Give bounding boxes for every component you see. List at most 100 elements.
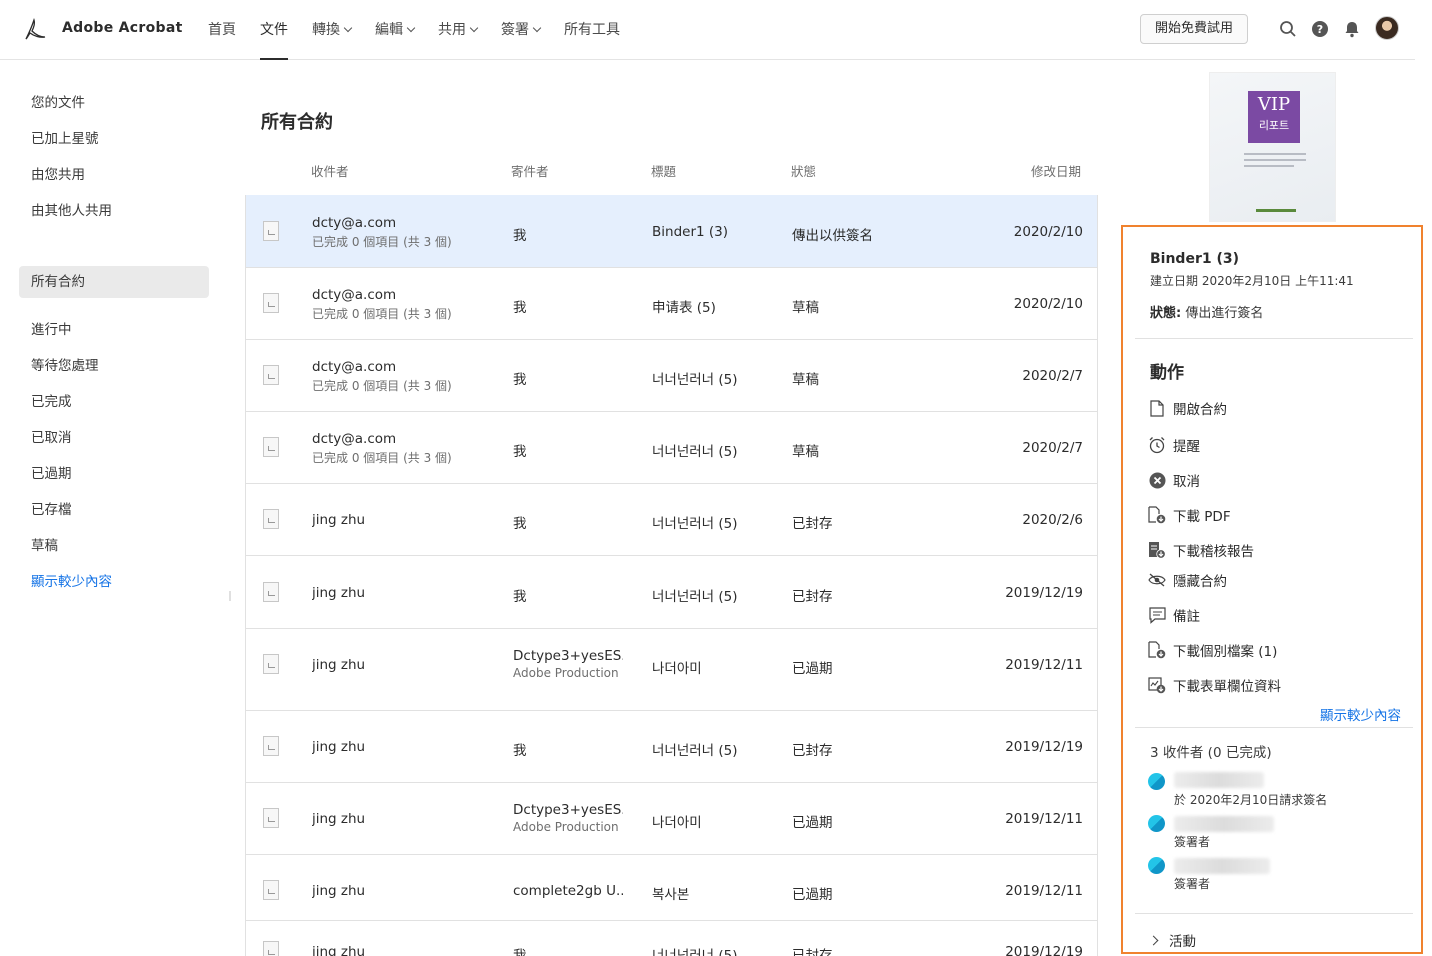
nav-convert[interactable]: 轉換 [312, 0, 353, 60]
action-hide-agreement[interactable]: 隱藏合約 [1148, 569, 1227, 591]
column-header-status[interactable]: 狀態 [791, 161, 816, 180]
notification-bell-icon[interactable] [1341, 18, 1363, 40]
free-trial-button[interactable]: 開始免費試用 [1140, 14, 1248, 44]
row-title: 申请表 (5) [652, 300, 716, 316]
panel-status-value: 傳出進行簽名 [1185, 306, 1264, 321]
recipient-name-redacted [1174, 816, 1274, 832]
table-row[interactable]: jing zhu 我 너너넌러너 (5) 已封存 2020/2/6 [246, 484, 1097, 556]
sidebar-item-in-progress[interactable]: 進行中 [19, 314, 209, 346]
row-sender: 我 [513, 516, 527, 532]
panel-status-label: 狀態: [1150, 306, 1182, 321]
row-recipient: jing zhu [312, 944, 366, 956]
actions-heading: 動作 [1150, 363, 1184, 383]
sidebar-item-your-documents[interactable]: 您的文件 [19, 87, 209, 119]
row-date: 2019/12/19 [1005, 739, 1083, 755]
column-header-recipient[interactable]: 收件者 [311, 161, 349, 180]
sidebar-item-waiting-for-you[interactable]: 等待您處理 [19, 350, 209, 382]
nav-sign[interactable]: 簽署 [501, 0, 542, 60]
row-date: 2019/12/19 [1005, 944, 1083, 956]
main-nav: 首頁 文件 轉換 編輯 共用 簽署 所有工具 [208, 0, 644, 60]
table-row[interactable]: dcty@a.com 已完成 0 個項目 (共 3 個) 我 너너넌러너 (5) … [246, 412, 1097, 484]
nav-all-tools[interactable]: 所有工具 [564, 0, 620, 60]
chevron-down-icon [469, 23, 479, 33]
sidebar-item-starred[interactable]: 已加上星號 [19, 123, 209, 155]
table-row[interactable]: dcty@a.com 已完成 0 個項目 (共 3 個) 我 Binder1 (3… [246, 195, 1097, 268]
row-sender-sub: Adobe Production ... [513, 666, 623, 680]
column-header-modified-date[interactable]: 修改日期 [1031, 161, 1081, 180]
row-date: 2020/2/7 [1022, 440, 1083, 456]
action-open-agreement[interactable]: 開啟合約 [1148, 397, 1227, 419]
user-avatar[interactable] [1375, 16, 1399, 40]
table-row[interactable]: jing zhu 我 너너넌러너 (5) 已封存 2019/12/19 [246, 556, 1097, 629]
pdf-file-icon [263, 582, 279, 602]
sidebar-item-completed[interactable]: 已完成 [19, 386, 209, 418]
panel-agreement-title: Binder1 (3) [1150, 251, 1240, 267]
action-download-individual-files[interactable]: 下載個別檔案 (1) [1148, 639, 1277, 661]
row-date: 2020/2/10 [1013, 296, 1083, 312]
preview-cover: VIP 리포트 [1248, 91, 1300, 143]
row-sender: 我 [513, 948, 527, 956]
action-download-form-data[interactable]: 下載表單欄位資料 [1148, 674, 1281, 696]
pdf-file-icon [263, 808, 279, 828]
table-row[interactable]: jing zhu complete2gb U... 복사본 已過期 2019/1… [246, 855, 1097, 921]
sidebar-item-drafts[interactable]: 草稿 [19, 530, 209, 562]
nav-home[interactable]: 首頁 [208, 0, 236, 60]
sidebar-item-expired[interactable]: 已過期 [19, 458, 209, 490]
pdf-file-icon [263, 736, 279, 756]
sidebar: 您的文件 已加上星號 由您共用 由其他人共用 所有合約 進行中 等待您處理 已完… [0, 61, 231, 956]
row-title: 너너넌러너 (5) [652, 948, 738, 956]
sidebar-item-archived[interactable]: 已存檔 [19, 494, 209, 526]
table-row[interactable]: jing zhu 我 너너넌러너 (5) 已封存 2019/12/19 [246, 921, 1097, 956]
action-cancel[interactable]: 取消 [1148, 469, 1200, 491]
table-row[interactable]: dcty@a.com 已完成 0 個項目 (共 3 個) 我 너너넌러너 (5) … [246, 340, 1097, 412]
action-label: 取消 [1173, 474, 1200, 490]
nav-edit[interactable]: 編輯 [375, 0, 416, 60]
row-date: 2020/2/7 [1022, 368, 1083, 384]
brand-name[interactable]: Adobe Acrobat [62, 20, 183, 36]
action-download-audit-report[interactable]: 下載稽核報告 [1148, 539, 1254, 561]
audit-report-icon [1148, 541, 1166, 559]
sidebar-item-shared-by-others[interactable]: 由其他人共用 [19, 195, 209, 227]
download-file-icon [1148, 641, 1166, 659]
activity-toggle[interactable]: 活動 [1148, 930, 1196, 950]
row-status: 已封存 [792, 743, 833, 759]
acrobat-logo-icon[interactable] [22, 17, 48, 43]
sidebar-show-less-link[interactable]: 顯示較少內容 [19, 566, 209, 598]
table-row[interactable]: jing zhu Dctype3+yesES.. Adobe Production… [246, 629, 1097, 711]
action-notes[interactable]: 備註 [1148, 604, 1200, 626]
row-sender: 我 [513, 372, 527, 388]
table-row[interactable]: jing zhu 我 너너넌러너 (5) 已封存 2019/12/19 [246, 711, 1097, 783]
table-row[interactable]: jing zhu Dctype3+yesES.. Adobe Production… [246, 783, 1097, 855]
top-bar: Adobe Acrobat 首頁 文件 轉換 編輯 共用 簽署 所有工具 開始免… [0, 0, 1415, 60]
preview-cover-subtitle: 리포트 [1258, 119, 1290, 132]
sidebar-item-shared-by-you[interactable]: 由您共用 [19, 159, 209, 191]
preview-footer-mark [1256, 209, 1296, 212]
alarm-clock-icon [1148, 436, 1166, 454]
help-icon[interactable]: ? [1309, 18, 1331, 40]
row-date: 2019/12/11 [1005, 811, 1083, 827]
document-preview-thumbnail[interactable]: VIP 리포트 [1209, 72, 1336, 222]
sidebar-item-cancelled[interactable]: 已取消 [19, 422, 209, 454]
action-download-pdf[interactable]: 下載 PDF [1148, 504, 1231, 526]
nav-label: 簽署 [501, 22, 529, 38]
nav-share[interactable]: 共用 [438, 0, 479, 60]
column-header-sender[interactable]: 寄件者 [511, 161, 549, 180]
action-remind[interactable]: 提醒 [1148, 434, 1200, 456]
preview-cover-title: VIP [1257, 94, 1291, 115]
row-title: 나더아미 [652, 815, 702, 831]
action-label: 開啟合約 [1173, 402, 1227, 418]
divider [1135, 913, 1413, 914]
pdf-file-icon [263, 437, 279, 457]
table-row[interactable]: dcty@a.com 已完成 0 個項目 (共 3 個) 我 申请表 (5) 草稿… [246, 268, 1097, 340]
panel-show-less-link[interactable]: 顯示較少內容 [1320, 704, 1401, 724]
row-date: 2019/12/11 [1005, 657, 1083, 673]
nav-label: 文件 [260, 22, 288, 38]
row-recipient: dcty@a.com [312, 215, 397, 231]
search-icon[interactable] [1277, 18, 1299, 40]
panel-status: 狀態: 傳出進行簽名 [1150, 302, 1263, 321]
sidebar-resize-handle[interactable] [229, 591, 231, 601]
row-progress: 已完成 0 個項目 (共 3 個) [312, 451, 452, 465]
column-header-title[interactable]: 標題 [651, 161, 676, 180]
sidebar-item-all-agreements[interactable]: 所有合約 [19, 266, 209, 298]
nav-documents[interactable]: 文件 [260, 0, 288, 60]
